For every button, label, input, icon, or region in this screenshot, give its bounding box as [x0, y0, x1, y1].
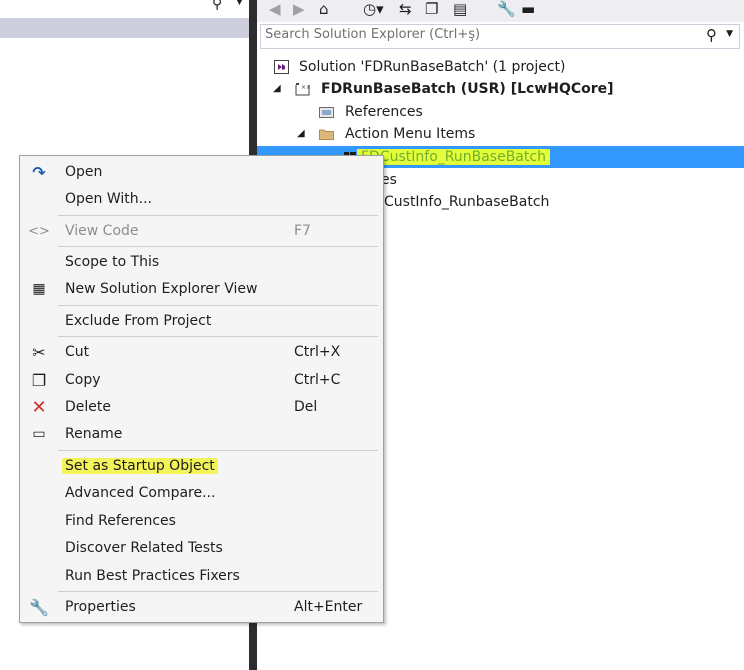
sync-icon[interactable]: ⇆ [399, 0, 412, 20]
expanded-arrow-icon[interactable]: ◢ [297, 123, 305, 145]
svg-text:××: ×× [301, 84, 310, 91]
menu-item-exclude-from-project[interactable]: Exclude From Project [20, 308, 383, 335]
collapse-icon[interactable]: ❐ [425, 0, 438, 20]
open-arrow-icon: ↷ [32, 163, 46, 182]
back-icon[interactable]: ◀ [269, 0, 281, 20]
references-label: References [345, 104, 423, 120]
menu-item-set-as-startup-object[interactable]: Set as Startup Object [20, 453, 383, 480]
new-view-icon: ▦ [32, 281, 46, 297]
menu-item-cut[interactable]: ✂ Cut Ctrl+X [20, 339, 383, 366]
menu-item-run-best-practices-fixers[interactable]: Run Best Practices Fixers [20, 563, 383, 590]
rename-icon: ▭ [32, 426, 46, 442]
delete-x-icon: ✕ [31, 397, 47, 418]
copy-icon: ❐ [31, 371, 47, 390]
solution-icon [274, 60, 289, 74]
solution-explorer-toolbar: ◀ ▶ ⌂ ◷▾ ⇆ ❐ ▤ 🔧 ▬ [257, 0, 744, 22]
menu-item-discover-related-tests[interactable]: Discover Related Tests [20, 535, 383, 562]
tree-item-references[interactable]: References [257, 101, 744, 123]
menu-separator [58, 591, 378, 592]
menu-item-copy[interactable]: ❐ Copy Ctrl+C [20, 367, 383, 394]
tree-item-project[interactable]: ◢ ×× FDRunBaseBatch (USR) [LcwHQCore] [257, 78, 744, 100]
context-menu: ↷ Open Open With... <> View Code F7 Scop… [19, 155, 384, 623]
search-icon[interactable]: ⚲ [706, 26, 717, 44]
wrench-icon: 🔧 [29, 598, 49, 617]
menu-item-scope-to-this[interactable]: Scope to This [20, 249, 383, 276]
menu-separator [58, 336, 378, 337]
expanded-arrow-icon[interactable]: ◢ [273, 78, 281, 100]
menu-item-delete[interactable]: ✕ Delete Del [20, 394, 383, 421]
tree-item-folder[interactable]: ◢ Action Menu Items [257, 123, 744, 145]
editor-tab-strip [0, 18, 249, 38]
chevron-down-icon[interactable]: ▼ [236, 0, 243, 7]
menu-separator [58, 450, 378, 451]
menu-separator [58, 246, 378, 247]
menu-item-rename[interactable]: ▭ Rename [20, 421, 383, 448]
search-input[interactable] [265, 27, 685, 42]
tree-item-partial-2-label: CustInfo_RunbaseBatch [384, 194, 550, 210]
home-icon[interactable]: ⌂ [319, 0, 329, 20]
solution-label: Solution 'FDRunBaseBatch' (1 project) [299, 59, 566, 75]
menu-item-new-solution-explorer-view[interactable]: ▦ New Solution Explorer View [20, 276, 383, 303]
menu-item-properties[interactable]: 🔧 Properties Alt+Enter [20, 594, 383, 621]
menu-separator [58, 215, 378, 216]
menu-item-open-with[interactable]: Open With... [20, 186, 383, 213]
history-icon[interactable]: ◷▾ [363, 0, 384, 20]
forward-icon[interactable]: ▶ [293, 0, 305, 20]
selected-item-label: FDCustInfo_RunBaseBatch [357, 146, 550, 168]
menu-item-find-references[interactable]: Find References [20, 508, 383, 535]
code-brackets-icon: <> [28, 224, 50, 239]
project-label: FDRunBaseBatch (USR) [LcwHQCore] [321, 81, 614, 97]
solution-explorer-search[interactable]: ⚲ ▼ [260, 24, 740, 49]
menu-item-view-code[interactable]: <> View Code F7 [20, 218, 383, 245]
pin-icon[interactable]: ▬ [521, 0, 535, 20]
menu-separator [58, 305, 378, 306]
menu-item-advanced-compare[interactable]: Advanced Compare... [20, 480, 383, 507]
search-icon[interactable]: ⚲ [212, 0, 222, 12]
editor-top-area: ⚲ ▼ [0, 0, 249, 18]
references-icon [319, 107, 334, 118]
folder-icon [319, 129, 334, 140]
menu-item-open[interactable]: ↷ Open [20, 159, 383, 186]
copy-view-icon[interactable]: ▤ [453, 0, 467, 20]
project-icon: ×× [295, 83, 310, 96]
folder-label: Action Menu Items [345, 126, 476, 142]
tree-item-solution[interactable]: Solution 'FDRunBaseBatch' (1 project) [257, 56, 744, 78]
properties-icon[interactable]: 🔧 [497, 0, 516, 20]
chevron-down-icon[interactable]: ▼ [726, 29, 733, 39]
scissors-icon: ✂ [32, 343, 46, 362]
